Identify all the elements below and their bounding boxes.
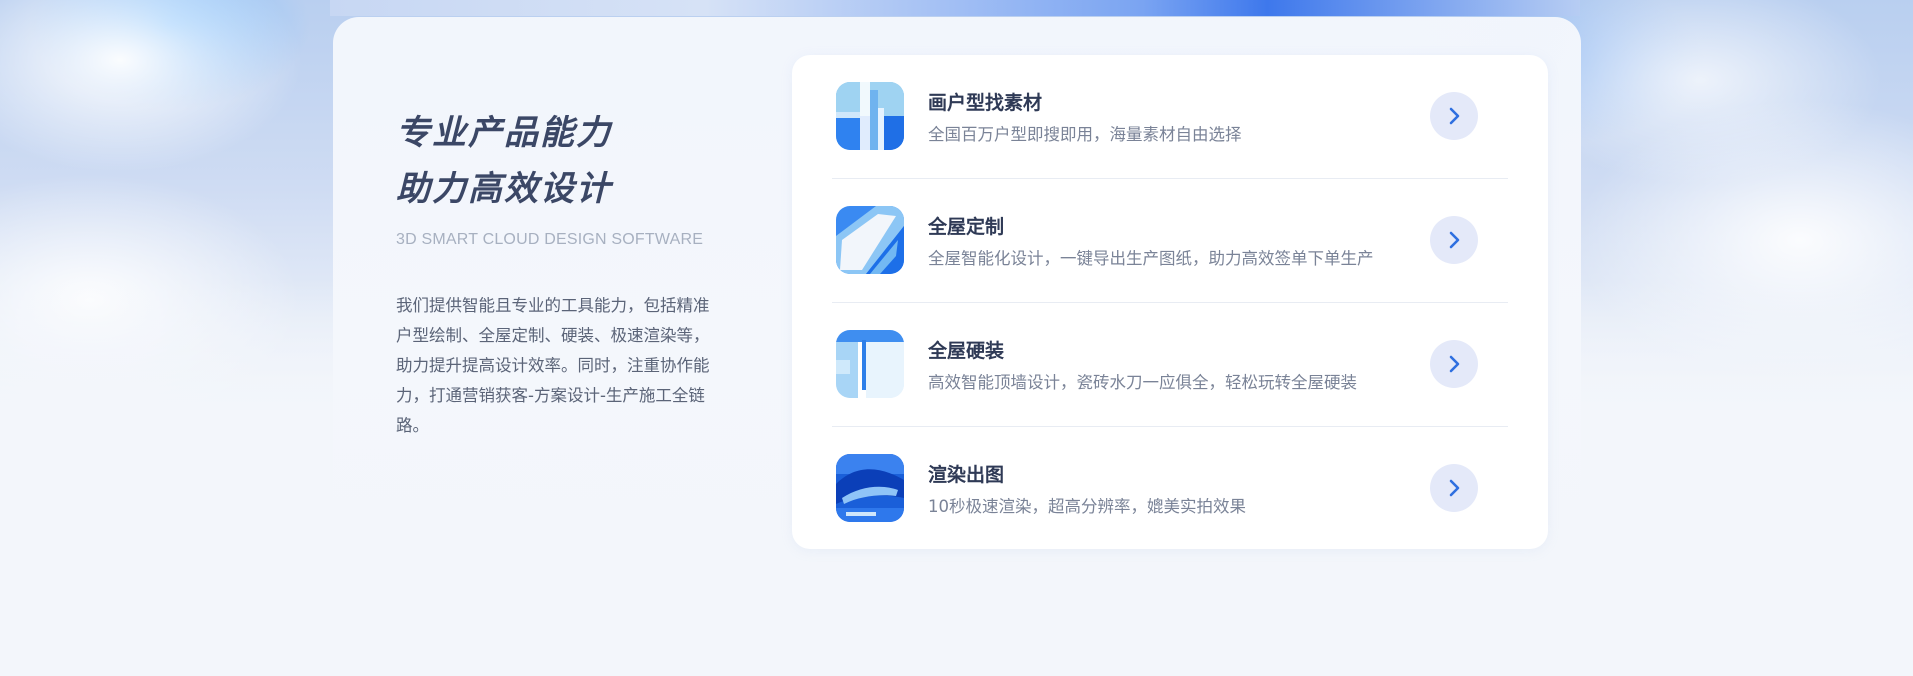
- chevron-right-icon: [1449, 479, 1460, 497]
- feature-description: 高效智能顶墙设计，瓷砖水刀一应俱全，轻松玩转全屋硬装: [928, 373, 1357, 392]
- feature-arrow-button[interactable]: [1430, 464, 1478, 512]
- hero-title-line-1: 专业产品能力: [396, 113, 612, 153]
- chevron-right-icon: [1449, 355, 1460, 373]
- feature-title: 全屋硬装: [928, 340, 1005, 362]
- feature-item-floorplan[interactable]: 画户型找素材 全国百万户型即搜即用，海量素材自由选择: [832, 55, 1508, 179]
- feature-item-render[interactable]: 渲染出图 10秒极速渲染，超高分辨率，媲美实拍效果: [832, 427, 1508, 551]
- hero-title-line-2: 助力高效设计: [396, 169, 612, 209]
- feature-arrow-button[interactable]: [1430, 340, 1478, 388]
- feature-item-hard-decoration[interactable]: 全屋硬装 高效智能顶墙设计，瓷砖水刀一应俱全，轻松玩转全屋硬装: [832, 303, 1508, 427]
- hero-intro: 专业产品能力 助力高效设计 3D SMART CLOUD DESIGN SOFT…: [396, 105, 726, 441]
- feature-description: 全国百万户型即搜即用，海量素材自由选择: [928, 125, 1242, 144]
- hero-description: 我们提供智能且专业的工具能力，包括精准户型绘制、全屋定制、硬装、极速渲染等，助力…: [396, 296, 710, 435]
- floorplan-thumbnail-icon: [836, 82, 904, 150]
- banner-bottom-edge: [330, 0, 1580, 16]
- hard-decoration-thumbnail-icon: [836, 330, 904, 398]
- feature-title: 画户型找素材: [928, 92, 1043, 114]
- feature-arrow-button[interactable]: [1430, 92, 1478, 140]
- feature-arrow-button[interactable]: [1430, 216, 1478, 264]
- hero-subtitle: 3D SMART CLOUD DESIGN SOFTWARE: [396, 231, 704, 248]
- custom-furniture-thumbnail-icon: [836, 206, 904, 274]
- chevron-right-icon: [1449, 231, 1460, 249]
- chevron-right-icon: [1449, 107, 1460, 125]
- feature-title: 渲染出图: [928, 464, 1005, 486]
- feature-list: 画户型找素材 全国百万户型即搜即用，海量素材自由选择 全屋定制 全屋智能化设计，…: [792, 55, 1548, 549]
- feature-title: 全屋定制: [928, 216, 1005, 238]
- feature-item-custom[interactable]: 全屋定制 全屋智能化设计，一键导出生产图纸，助力高效签单下单生产: [832, 179, 1508, 303]
- feature-description: 10秒极速渲染，超高分辨率，媲美实拍效果: [928, 497, 1246, 516]
- feature-description: 全屋智能化设计，一键导出生产图纸，助力高效签单下单生产: [928, 249, 1374, 268]
- render-thumbnail-icon: [836, 454, 904, 522]
